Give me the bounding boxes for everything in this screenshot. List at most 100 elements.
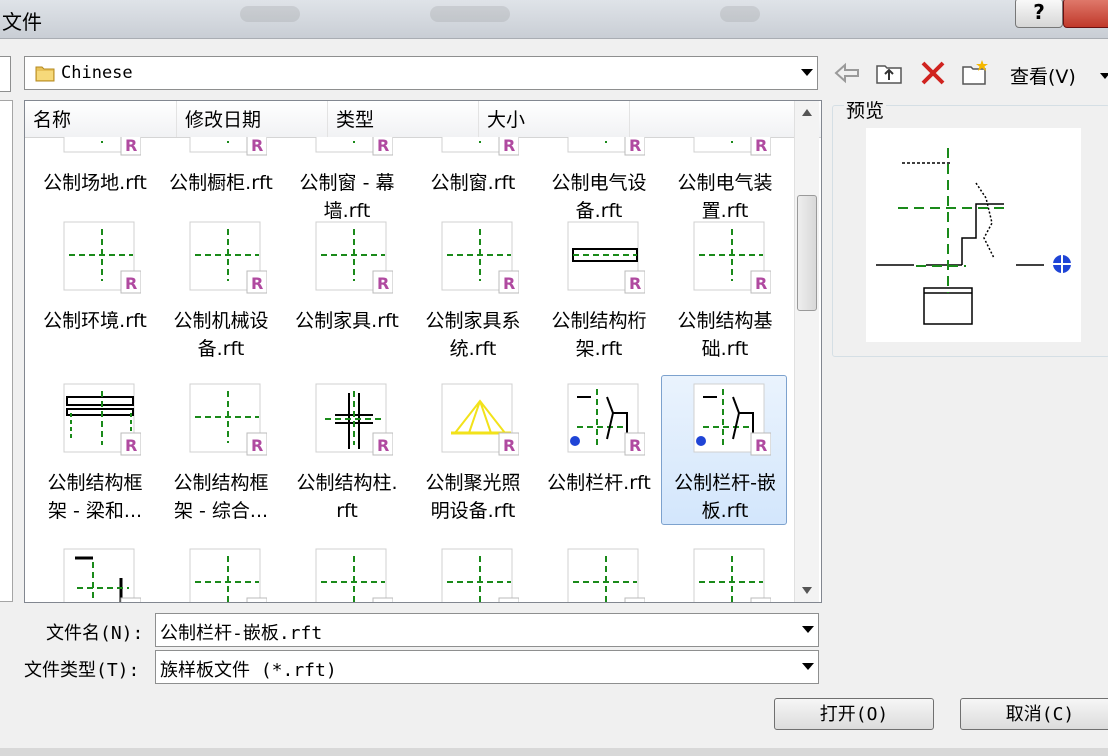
filetype-label: 文件类型(T): [24, 660, 140, 681]
svg-text:R: R [755, 274, 767, 293]
svg-text:R: R [377, 436, 389, 455]
scroll-up-icon[interactable] [802, 109, 812, 116]
file-name-label: 公制结构基 础.rft [677, 310, 773, 360]
up-folder-icon[interactable] [874, 58, 904, 88]
file-name-label: 公制窗.rft [430, 172, 516, 194]
svg-text:R: R [125, 601, 137, 603]
template-template-icon: R [567, 137, 646, 159]
template-template-icon: R [441, 137, 520, 159]
detail-template-icon: R [63, 548, 142, 603]
svg-text:R: R [503, 436, 515, 455]
file-name-label: 公制结构框 架 - 梁和... [47, 472, 143, 522]
file-name-label: 公制环境.rft [43, 310, 147, 332]
file-name-label: 公制电气设 备.rft [551, 172, 647, 222]
svg-text:R: R [251, 137, 263, 155]
column-name[interactable]: 名称 [25, 101, 177, 137]
svg-text:R: R [503, 274, 515, 293]
svg-text:R: R [755, 601, 767, 603]
template-template-icon: R [189, 548, 268, 603]
window-title: 文件 [2, 10, 42, 34]
help-button[interactable]: ? [1015, 0, 1063, 28]
file-name-label: 公制聚光照 明设备.rft [425, 472, 521, 522]
template-template-icon: R [189, 383, 268, 459]
open-button[interactable]: 打开(O) [774, 698, 934, 730]
new-folder-icon[interactable] [960, 58, 990, 88]
blurred-title-text [240, 6, 300, 22]
places-bar[interactable] [0, 100, 13, 602]
template-template-icon: R [315, 221, 394, 297]
filename-label: 文件名(N): [46, 623, 144, 644]
chevron-down-icon[interactable] [802, 626, 814, 633]
file-name-label: 公制结构桁 架.rft [551, 310, 647, 360]
svg-text:R: R [629, 436, 641, 455]
column-size[interactable]: 大小 [479, 101, 630, 137]
cancel-button[interactable]: 取消(C) [960, 698, 1108, 730]
svg-text:R: R [125, 274, 137, 293]
view-menu-button[interactable]: 查看(V) [1010, 62, 1076, 89]
svg-text:R: R [125, 436, 137, 455]
file-name-label: 公制家具系 统.rft [425, 310, 521, 360]
file-name-label: 公制场地.rft [43, 172, 147, 194]
file-name-label: 公制结构柱. rft [296, 472, 398, 522]
chevron-down-icon[interactable] [801, 69, 813, 76]
look-in-dropdown[interactable]: Chinese [24, 56, 818, 90]
template-template-icon: R [693, 548, 772, 603]
svg-text:R: R [125, 137, 137, 155]
filename-input[interactable]: 公制栏杆-嵌板.rft [155, 613, 819, 647]
template-template-icon: R [63, 221, 142, 297]
svg-text:R: R [251, 436, 263, 455]
template-template-icon: R [693, 137, 772, 159]
file-grid: R 公制场地.rft R 公制橱柜.rft R 公制窗 - 幕 墙.rft R 公制窗.rft… [25, 137, 795, 603]
bottom-edge [0, 748, 1108, 756]
template-template-icon: R [441, 548, 520, 602]
svg-text:R: R [629, 274, 641, 293]
template-template-icon: R [315, 137, 394, 159]
file-name-label: 公制橱柜.rft [169, 172, 273, 194]
chevron-down-icon[interactable] [1100, 73, 1108, 79]
scroll-down-icon[interactable] [802, 587, 812, 594]
file-name-label: 公制结构框 架 - 综合... [173, 472, 269, 522]
close-button[interactable] [1063, 0, 1108, 28]
spotlight-template-icon: R [441, 383, 520, 459]
filename-value: 公制栏杆-嵌板.rft [160, 623, 323, 644]
file-name-label: 公制窗 - 幕 墙.rft [299, 172, 395, 222]
chevron-down-icon[interactable] [802, 663, 814, 670]
file-name-label: 公制栏杆-嵌 板.rft [674, 472, 776, 522]
file-name-label: 公制机械设 备.rft [173, 310, 269, 360]
preview-label: 预览 [844, 96, 887, 123]
look-in-value: Chinese [61, 63, 133, 83]
template-template-icon: R [189, 221, 268, 297]
file-name-label: 公制家具.rft [295, 310, 399, 332]
folder-icon [35, 63, 55, 88]
preview-image [866, 128, 1081, 342]
truss-template-icon: R [567, 221, 646, 297]
look-in-label-stub [0, 56, 11, 92]
svg-text:R: R [503, 137, 515, 155]
svg-text:R: R [251, 601, 263, 603]
svg-text:R: R [629, 601, 641, 603]
frame-template-icon: R [63, 383, 142, 459]
scroll-thumb[interactable] [797, 195, 817, 311]
column-type[interactable]: 类型 [328, 101, 479, 137]
file-list-view[interactable]: 名称 修改日期 类型 大小 R 公制场地.rft R 公制橱柜.rft R 公制窗 - 幕… [24, 100, 822, 603]
svg-text:R: R [377, 601, 389, 603]
svg-text:R: R [629, 137, 641, 155]
svg-text:R: R [377, 137, 389, 155]
column-template-icon: R [315, 383, 394, 459]
svg-text:R: R [755, 137, 767, 155]
template-template-icon: R [189, 137, 268, 159]
back-icon[interactable] [832, 58, 862, 88]
railing-template-icon: R [693, 383, 772, 459]
delete-icon[interactable] [918, 58, 948, 88]
filetype-dropdown[interactable]: 族样板文件 (*.rft) [155, 650, 819, 684]
column-modified[interactable]: 修改日期 [177, 101, 328, 137]
file-name-label: 公制电气装 置.rft [677, 172, 773, 222]
railing-template-icon: R [567, 383, 646, 459]
template-template-icon: R [693, 221, 772, 297]
vertical-scrollbar[interactable] [794, 101, 819, 602]
svg-text:R: R [377, 274, 389, 293]
title-bar: 文件 ? [0, 0, 1108, 39]
file-name-label: 公制栏杆.rft [547, 472, 651, 494]
template-template-icon: R [567, 548, 646, 603]
column-header-row: 名称 修改日期 类型 大小 [25, 101, 821, 138]
